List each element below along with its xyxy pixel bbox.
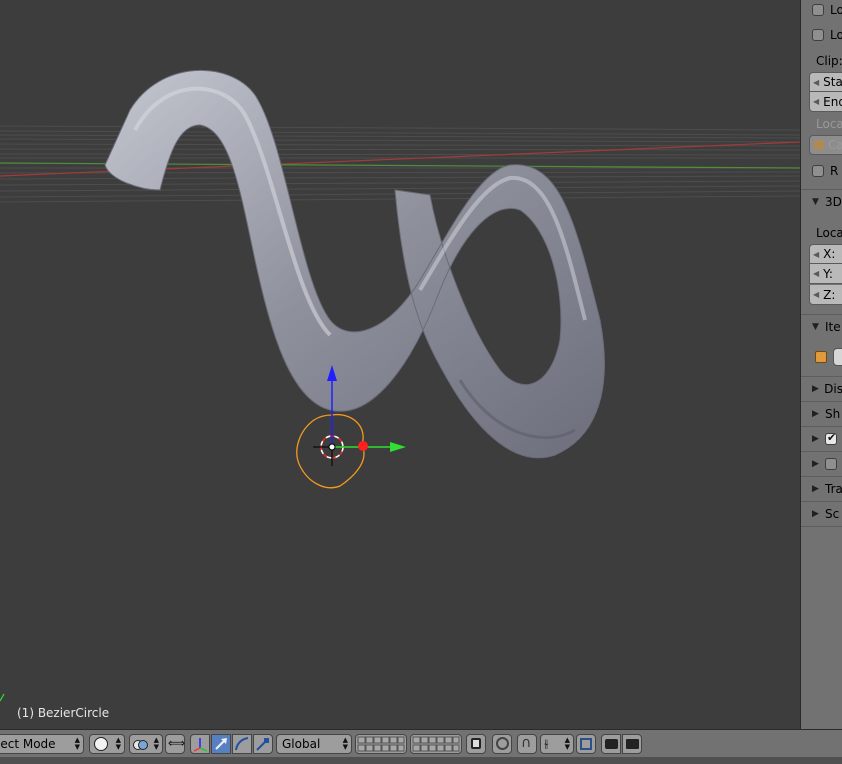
snap-increment-icon: ⫳	[544, 737, 549, 750]
scale-manipulator-button[interactable]	[253, 734, 273, 754]
checked-panel-header[interactable]: ▶ ✔	[801, 426, 842, 451]
screen-panel-header[interactable]: ▶ Sc	[801, 501, 842, 527]
panel-expanded-icon: ▼	[812, 197, 819, 207]
scale-handle-icon	[256, 738, 269, 751]
panel-collapsed-icon: ▶	[812, 434, 819, 444]
viewport-header[interactable]: ject Mode ▲ ▼ ▲ ▼ ▲ ▼ ⟺ Global ▲ ▼ ∩ ⫳ ▲…	[0, 729, 842, 758]
translate-manipulator-button[interactable]	[211, 734, 231, 754]
layer-lock-icon	[471, 738, 481, 749]
updown-arrows-icon: ▲ ▼	[342, 736, 348, 751]
mode-selector[interactable]: ject Mode ▲ ▼	[0, 734, 84, 754]
clip-label: Clip:	[816, 54, 842, 68]
display-panel-header[interactable]: ▶ Dis	[801, 376, 842, 401]
clapperboard-icon	[626, 739, 639, 749]
lock-camera-layers-button[interactable]	[466, 734, 486, 754]
lock-to-cursor-row[interactable]: Lo	[801, 25, 842, 45]
transform-orientation-selector[interactable]: Global ▲ ▼	[276, 734, 352, 754]
decrement-arrow-icon[interactable]: ◀	[813, 97, 819, 106]
rotate-manipulator-button[interactable]	[232, 734, 252, 754]
item-name-row[interactable]	[801, 347, 842, 367]
translate-arrow-icon	[215, 738, 227, 750]
transform-orientations-panel-header[interactable]: ▶ Tra	[801, 476, 842, 501]
snap-target-button[interactable]	[576, 734, 596, 754]
decrement-arrow-icon[interactable]: ◀	[813, 269, 819, 278]
scene-layers-grid-2[interactable]	[410, 734, 462, 754]
camera-object-icon	[814, 140, 824, 150]
pivot-align-button[interactable]: ⟺	[165, 734, 185, 754]
status-strip	[0, 757, 842, 764]
3d-cursor-panel-header[interactable]: ▼ 3D	[801, 189, 842, 214]
checkmark-icon: ✔	[827, 431, 837, 444]
manipulator-icon	[193, 738, 208, 752]
decrement-arrow-icon[interactable]: ◀	[813, 78, 819, 87]
panel-collapsed-icon: ▶	[812, 409, 819, 419]
lock-to-object-row[interactable]: Lo	[801, 0, 842, 20]
manipulator-toggle-button[interactable]	[190, 734, 210, 754]
proportional-editing-button[interactable]	[492, 734, 512, 754]
scene-layers-grid[interactable]	[355, 734, 407, 754]
panel-collapsed-icon: ▶	[812, 459, 819, 469]
lock-cursor-checkbox[interactable]	[812, 29, 824, 41]
cursor-location-label: Loca	[816, 226, 842, 240]
lock-checkbox[interactable]	[812, 4, 824, 16]
cursor-y-field[interactable]: ◀ Y:	[809, 264, 842, 284]
3d-viewport[interactable]: (1) BezierCircle	[0, 0, 800, 729]
object-data-icon	[815, 351, 827, 363]
render-border-row[interactable]: R	[801, 161, 838, 181]
panel-collapsed-icon: ▶	[812, 484, 819, 494]
properties-sidebar[interactable]: Lo Lo Clip: ◀ Sta ◀ End Loca Ca R ▼ 3D L…	[800, 0, 842, 729]
magnet-icon: ∩	[521, 735, 532, 751]
snap-target-icon	[580, 738, 592, 750]
axis-gizmo	[0, 693, 5, 702]
solid-shading-icon	[94, 737, 108, 751]
shading-panel-header[interactable]: ▶ Sh	[801, 401, 842, 426]
snap-element-selector[interactable]: ⫳ ▲ ▼	[540, 734, 574, 754]
clip-start-field[interactable]: ◀ Sta	[809, 72, 842, 92]
viewport-scene[interactable]	[0, 0, 800, 729]
pivot-point-icon	[133, 738, 148, 750]
render-opengl-animation-button[interactable]	[622, 734, 642, 754]
panel-expanded-icon: ▼	[812, 322, 819, 332]
render-opengl-image-button[interactable]	[601, 734, 621, 754]
manipulate-center-icon: ⟺	[168, 736, 186, 750]
local-camera-field[interactable]: Ca	[809, 135, 842, 155]
item-panel-header[interactable]: ▼ Ite	[801, 314, 842, 339]
local-camera-label: Loca	[816, 117, 842, 131]
selected-bezier-circle	[296, 413, 365, 489]
panel-enable-checkbox[interactable]: ✔	[825, 431, 837, 445]
active-object-label: (1) BezierCircle	[17, 706, 110, 720]
updown-arrows-icon: ▲ ▼	[115, 736, 121, 751]
updown-arrows-icon: ▲ ▼	[564, 736, 570, 751]
item-name-field[interactable]	[833, 348, 842, 366]
rotate-arc-icon	[235, 737, 249, 751]
pivot-point-selector[interactable]: ▲ ▼	[129, 734, 163, 754]
render-border-checkbox[interactable]	[812, 165, 824, 177]
cursor-x-field[interactable]: ◀ X:	[809, 244, 842, 264]
clip-end-field[interactable]: ◀ End	[809, 92, 842, 112]
unchecked-panel-header[interactable]: ▶	[801, 451, 842, 476]
layer-grid-icon	[412, 736, 460, 752]
shading-mode-selector[interactable]: ▲ ▼	[89, 734, 125, 754]
panel-collapsed-icon: ▶	[812, 509, 819, 519]
proportional-edit-icon	[496, 737, 509, 750]
camera-icon	[605, 739, 618, 749]
cursor-z-field[interactable]: ◀ Z:	[809, 285, 842, 305]
decrement-arrow-icon[interactable]: ◀	[813, 250, 819, 259]
snap-toggle-button[interactable]: ∩	[517, 734, 537, 754]
updown-arrows-icon: ▲ ▼	[74, 736, 80, 751]
layer-grid-icon	[357, 736, 405, 752]
panel-enable-checkbox[interactable]	[825, 458, 837, 470]
decrement-arrow-icon[interactable]: ◀	[813, 290, 819, 299]
panel-collapsed-icon: ▶	[812, 384, 819, 394]
updown-arrows-icon: ▲ ▼	[153, 736, 159, 751]
